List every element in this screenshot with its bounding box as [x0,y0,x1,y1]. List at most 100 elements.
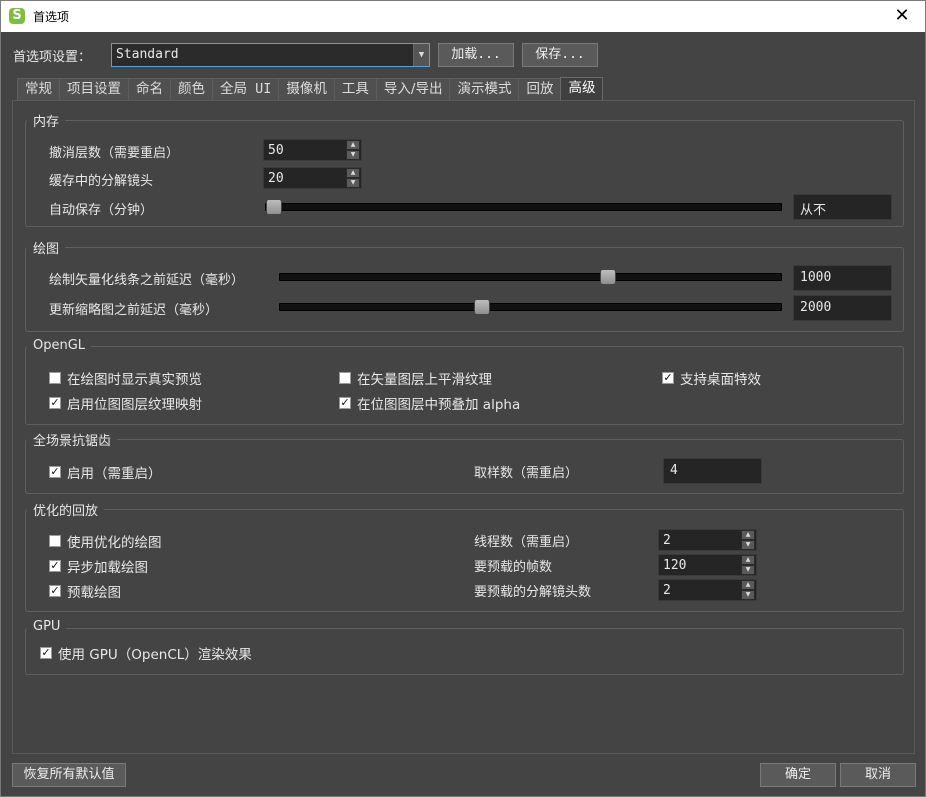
cached-breakdowns-label: 缓存中的分解镜头 [49,174,154,189]
tab-playback[interactable]: 回放 [518,78,562,100]
drawing-title: 绘图 [27,238,66,257]
checkbox-box[interactable]: ✓ [49,560,61,572]
tab-naming[interactable]: 命名 [128,78,171,100]
drawing-group [25,247,904,332]
spin-down-icon[interactable]: ▼ [346,178,360,188]
optimized-playback-title: 优化的回放 [27,500,105,519]
optimized-playback-group [25,509,904,612]
spin-up-icon[interactable]: ▲ [741,580,755,590]
tab-advanced[interactable]: 高级 [560,77,604,100]
window-title: 首选项 [33,10,70,24]
tab-camera[interactable]: 摄像机 [278,78,335,100]
checkbox-box[interactable]: ✓ [49,397,61,409]
threads-spinbox[interactable]: 2 ▲ ▼ [658,529,757,551]
checkbox-box[interactable]: ✓ [662,372,674,384]
undo-levels-value: 50 [268,143,284,158]
undo-levels-label: 撤消层数（需要重启） [49,146,180,161]
tab-presentation-mode[interactable]: 演示模式 [449,78,520,100]
preset-label: 首选项设置： [13,50,92,65]
preload-breakdowns-label: 要预载的分解镜头数 [474,585,592,600]
threads-value: 2 [663,533,671,548]
cancel-button[interactable]: 取消 [840,763,916,787]
antialias-title: 全场景抗锯齿 [27,430,118,449]
checkbox-box[interactable] [339,372,351,384]
samples-label: 取样数（需重启） [474,466,579,481]
vector-delay-label: 绘制矢量化线条之前延迟（毫秒） [49,273,245,288]
vector-delay-value[interactable]: 1000 [793,265,892,291]
autosave-value[interactable]: 从不 [793,194,892,220]
preferences-dialog: S 首选项 ✕ 首选项设置： Standard ▼ 加载... 保存... 常规… [0,0,926,797]
spin-up-icon[interactable]: ▲ [741,530,755,540]
tab-bar: 常规 项目设置 命名 颜色 全局 UI 摄像机 工具 导入/导出 演示模式 回放… [17,77,604,100]
ok-button[interactable]: 确定 [760,763,836,787]
use-gpu-checkbox[interactable]: ✓ 使用 GPU（OpenCL）渲染效果 [40,643,252,663]
vector-delay-slider[interactable] [279,269,782,285]
tab-colors[interactable]: 颜色 [170,78,213,100]
spin-down-icon[interactable]: ▼ [346,150,360,160]
async-load-checkbox[interactable]: ✓ 异步加载绘图 [49,556,148,576]
tab-import-export[interactable]: 导入/导出 [375,78,451,100]
checkbox-box[interactable]: ✓ [49,466,61,478]
cached-breakdowns-value: 20 [268,171,284,186]
thumbnail-delay-value[interactable]: 2000 [793,295,892,321]
checkbox-box[interactable] [49,535,61,547]
title-bar: S 首选项 ✕ [1,1,925,32]
desktop-effects-checkbox[interactable]: ✓ 支持桌面特效 [662,368,761,388]
antialias-enable-checkbox[interactable]: ✓ 启用（需重启） [49,462,162,482]
checkbox-box[interactable]: ✓ [49,585,61,597]
close-button[interactable]: ✕ [879,1,925,32]
smooth-texture-checkbox[interactable]: 在矢量图层上平滑纹理 [339,368,492,388]
chevron-down-icon[interactable]: ▼ [413,44,429,66]
thumbnail-delay-slider[interactable] [279,299,782,315]
preload-breakdowns-value: 2 [663,583,671,598]
app-logo-icon: S [9,8,25,24]
cached-breakdowns-spinbox[interactable]: 20 ▲ ▼ [263,167,362,189]
checkmark-icon: ✓ [41,646,51,659]
spin-up-icon[interactable]: ▲ [346,168,360,178]
save-button[interactable]: 保存... [522,43,598,67]
checkmark-icon: ✓ [50,559,60,572]
spin-down-icon[interactable]: ▼ [741,540,755,550]
spin-down-icon[interactable]: ▼ [741,590,755,600]
checkbox-box[interactable]: ✓ [40,647,52,659]
checkmark-icon: ✓ [340,396,350,409]
samples-value[interactable]: 4 [663,458,762,484]
autosave-slider-thumb[interactable] [266,199,282,215]
tab-project-settings[interactable]: 项目设置 [59,78,129,100]
tab-global-ui[interactable]: 全局 UI [212,78,280,100]
autosave-slider[interactable] [265,199,782,215]
realistic-preview-checkbox[interactable]: 在绘图时显示真实预览 [49,368,202,388]
spin-up-icon[interactable]: ▲ [346,140,360,150]
thumbnail-delay-label: 更新缩略图之前延迟（毫秒） [49,303,219,318]
thumbnail-delay-slider-thumb[interactable] [474,299,490,315]
checkmark-icon: ✓ [50,584,60,597]
autosave-label: 自动保存（分钟） [49,203,154,218]
threads-label: 线程数（需重启） [474,535,579,550]
spin-down-icon[interactable]: ▼ [741,565,755,575]
preset-select[interactable]: Standard ▼ [111,43,430,67]
checkmark-icon: ✓ [50,465,60,478]
checkbox-box[interactable] [49,372,61,384]
opengl-title: OpenGL [27,338,92,353]
tab-tools[interactable]: 工具 [333,78,377,100]
checkmark-icon: ✓ [663,371,673,384]
memory-title: 内存 [27,111,66,130]
preload-breakdowns-spinbox[interactable]: 2 ▲ ▼ [658,579,757,601]
tab-general[interactable]: 常规 [17,78,60,100]
restore-defaults-button[interactable]: 恢复所有默认值 [12,763,126,787]
checkbox-box[interactable]: ✓ [339,397,351,409]
preset-value: Standard [116,47,179,62]
checkmark-icon: ✓ [50,396,60,409]
optimized-drawing-checkbox[interactable]: 使用优化的绘图 [49,531,162,551]
gpu-title: GPU [27,619,67,634]
preload-drawing-checkbox[interactable]: ✓ 预载绘图 [49,581,121,601]
load-button[interactable]: 加载... [438,43,514,67]
preload-frames-spinbox[interactable]: 120 ▲ ▼ [658,554,757,576]
spin-up-icon[interactable]: ▲ [741,555,755,565]
undo-levels-spinbox[interactable]: 50 ▲ ▼ [263,139,362,161]
preload-frames-value: 120 [663,558,687,573]
premultiply-alpha-checkbox[interactable]: ✓ 在位图图层中预叠加 alpha [339,393,520,413]
bitmap-mipmap-checkbox[interactable]: ✓ 启用位图图层纹理映射 [49,393,202,413]
preload-frames-label: 要预载的帧数 [474,560,553,575]
vector-delay-slider-thumb[interactable] [600,269,617,285]
